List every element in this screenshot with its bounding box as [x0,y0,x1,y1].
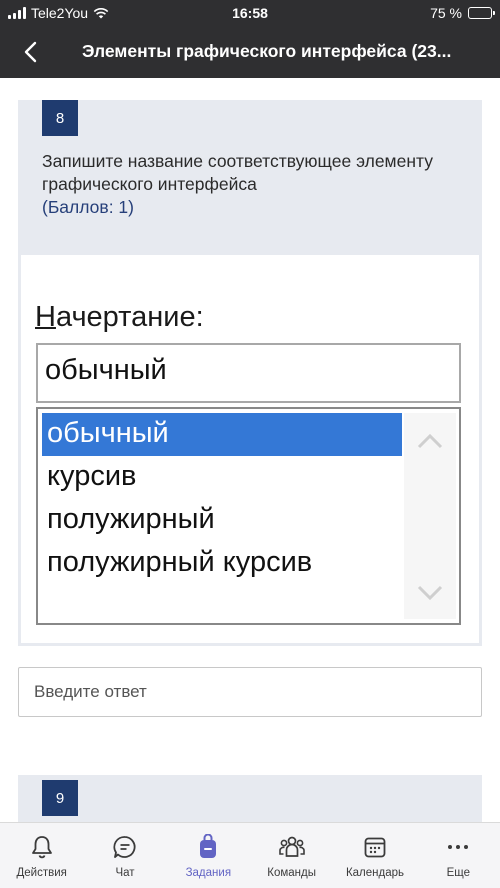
tab-label: Чат [115,867,135,879]
back-button[interactable] [16,38,44,66]
listbox-item: полужирный [47,503,215,535]
tab-activity[interactable]: Действия [0,823,83,888]
top-bar: Tele2You 16:58 75 % Элементы графическог… [0,0,500,78]
tab-label: Задания [185,867,232,879]
app-header: Элементы графического интерфейса (23... [0,28,500,78]
question-number-badge: 8 [42,100,78,136]
font-style-listbox: обычный курсив полужирный полужирный курсив [36,407,461,625]
tab-assignments[interactable]: Задания [167,823,250,888]
chat-icon [111,833,139,861]
bell-icon [28,833,56,861]
listbox-scrollbar [404,413,456,619]
tab-teams[interactable]: Команды [250,823,333,888]
question-points: (Баллов: 1) [42,196,134,217]
tab-label: Действия [16,867,67,879]
listbox-item: курсив [47,460,137,492]
more-icon [444,833,472,861]
tab-label: Еще [446,867,470,879]
battery-info: 75 % [430,5,495,21]
tab-more[interactable]: Еще [417,823,500,888]
listbox-item: полужирный курсив [47,546,313,578]
status-bar: Tele2You 16:58 75 % [0,0,500,28]
label-text: ачертание: [55,301,204,333]
listbox-items: обычный курсив полужирный полужирный курсив [42,413,402,585]
bottom-tab-bar: Действия Чат Задания Команды Календарь Е… [0,822,500,888]
status-time: 16:58 [232,5,268,21]
tab-chat[interactable]: Чат [83,823,166,888]
question-text-block: Запишите название соответствующее элемен… [42,150,462,218]
font-style-combo-field: обычный [36,343,461,403]
question-card: 8 Запишите название соответствующее элем… [18,100,482,646]
battery-icon [468,7,495,19]
answer-input[interactable] [18,667,482,717]
tab-label: Календарь [345,867,404,879]
chevron-up-icon [416,427,444,455]
font-style-label: Начертание: [35,301,204,334]
teams-icon [278,833,306,861]
next-question-number-badge: 9 [42,780,78,816]
listbox-item: обычный [42,413,402,456]
calendar-icon [361,833,389,861]
chevron-down-icon [416,579,444,607]
tab-label: Команды [267,867,317,879]
chevron-left-icon [24,41,37,63]
question-text: Запишите название соответствующее элемен… [42,151,433,194]
tab-calendar[interactable]: Календарь [333,823,416,888]
backpack-icon [194,833,222,861]
question-image: Начертание: обычный обычный курсив полужир… [21,255,479,643]
battery-percent: 75 % [430,5,462,21]
page-title: Элементы графического интерфейса (23... [82,41,452,61]
label-mnemonic: Н [35,301,56,333]
